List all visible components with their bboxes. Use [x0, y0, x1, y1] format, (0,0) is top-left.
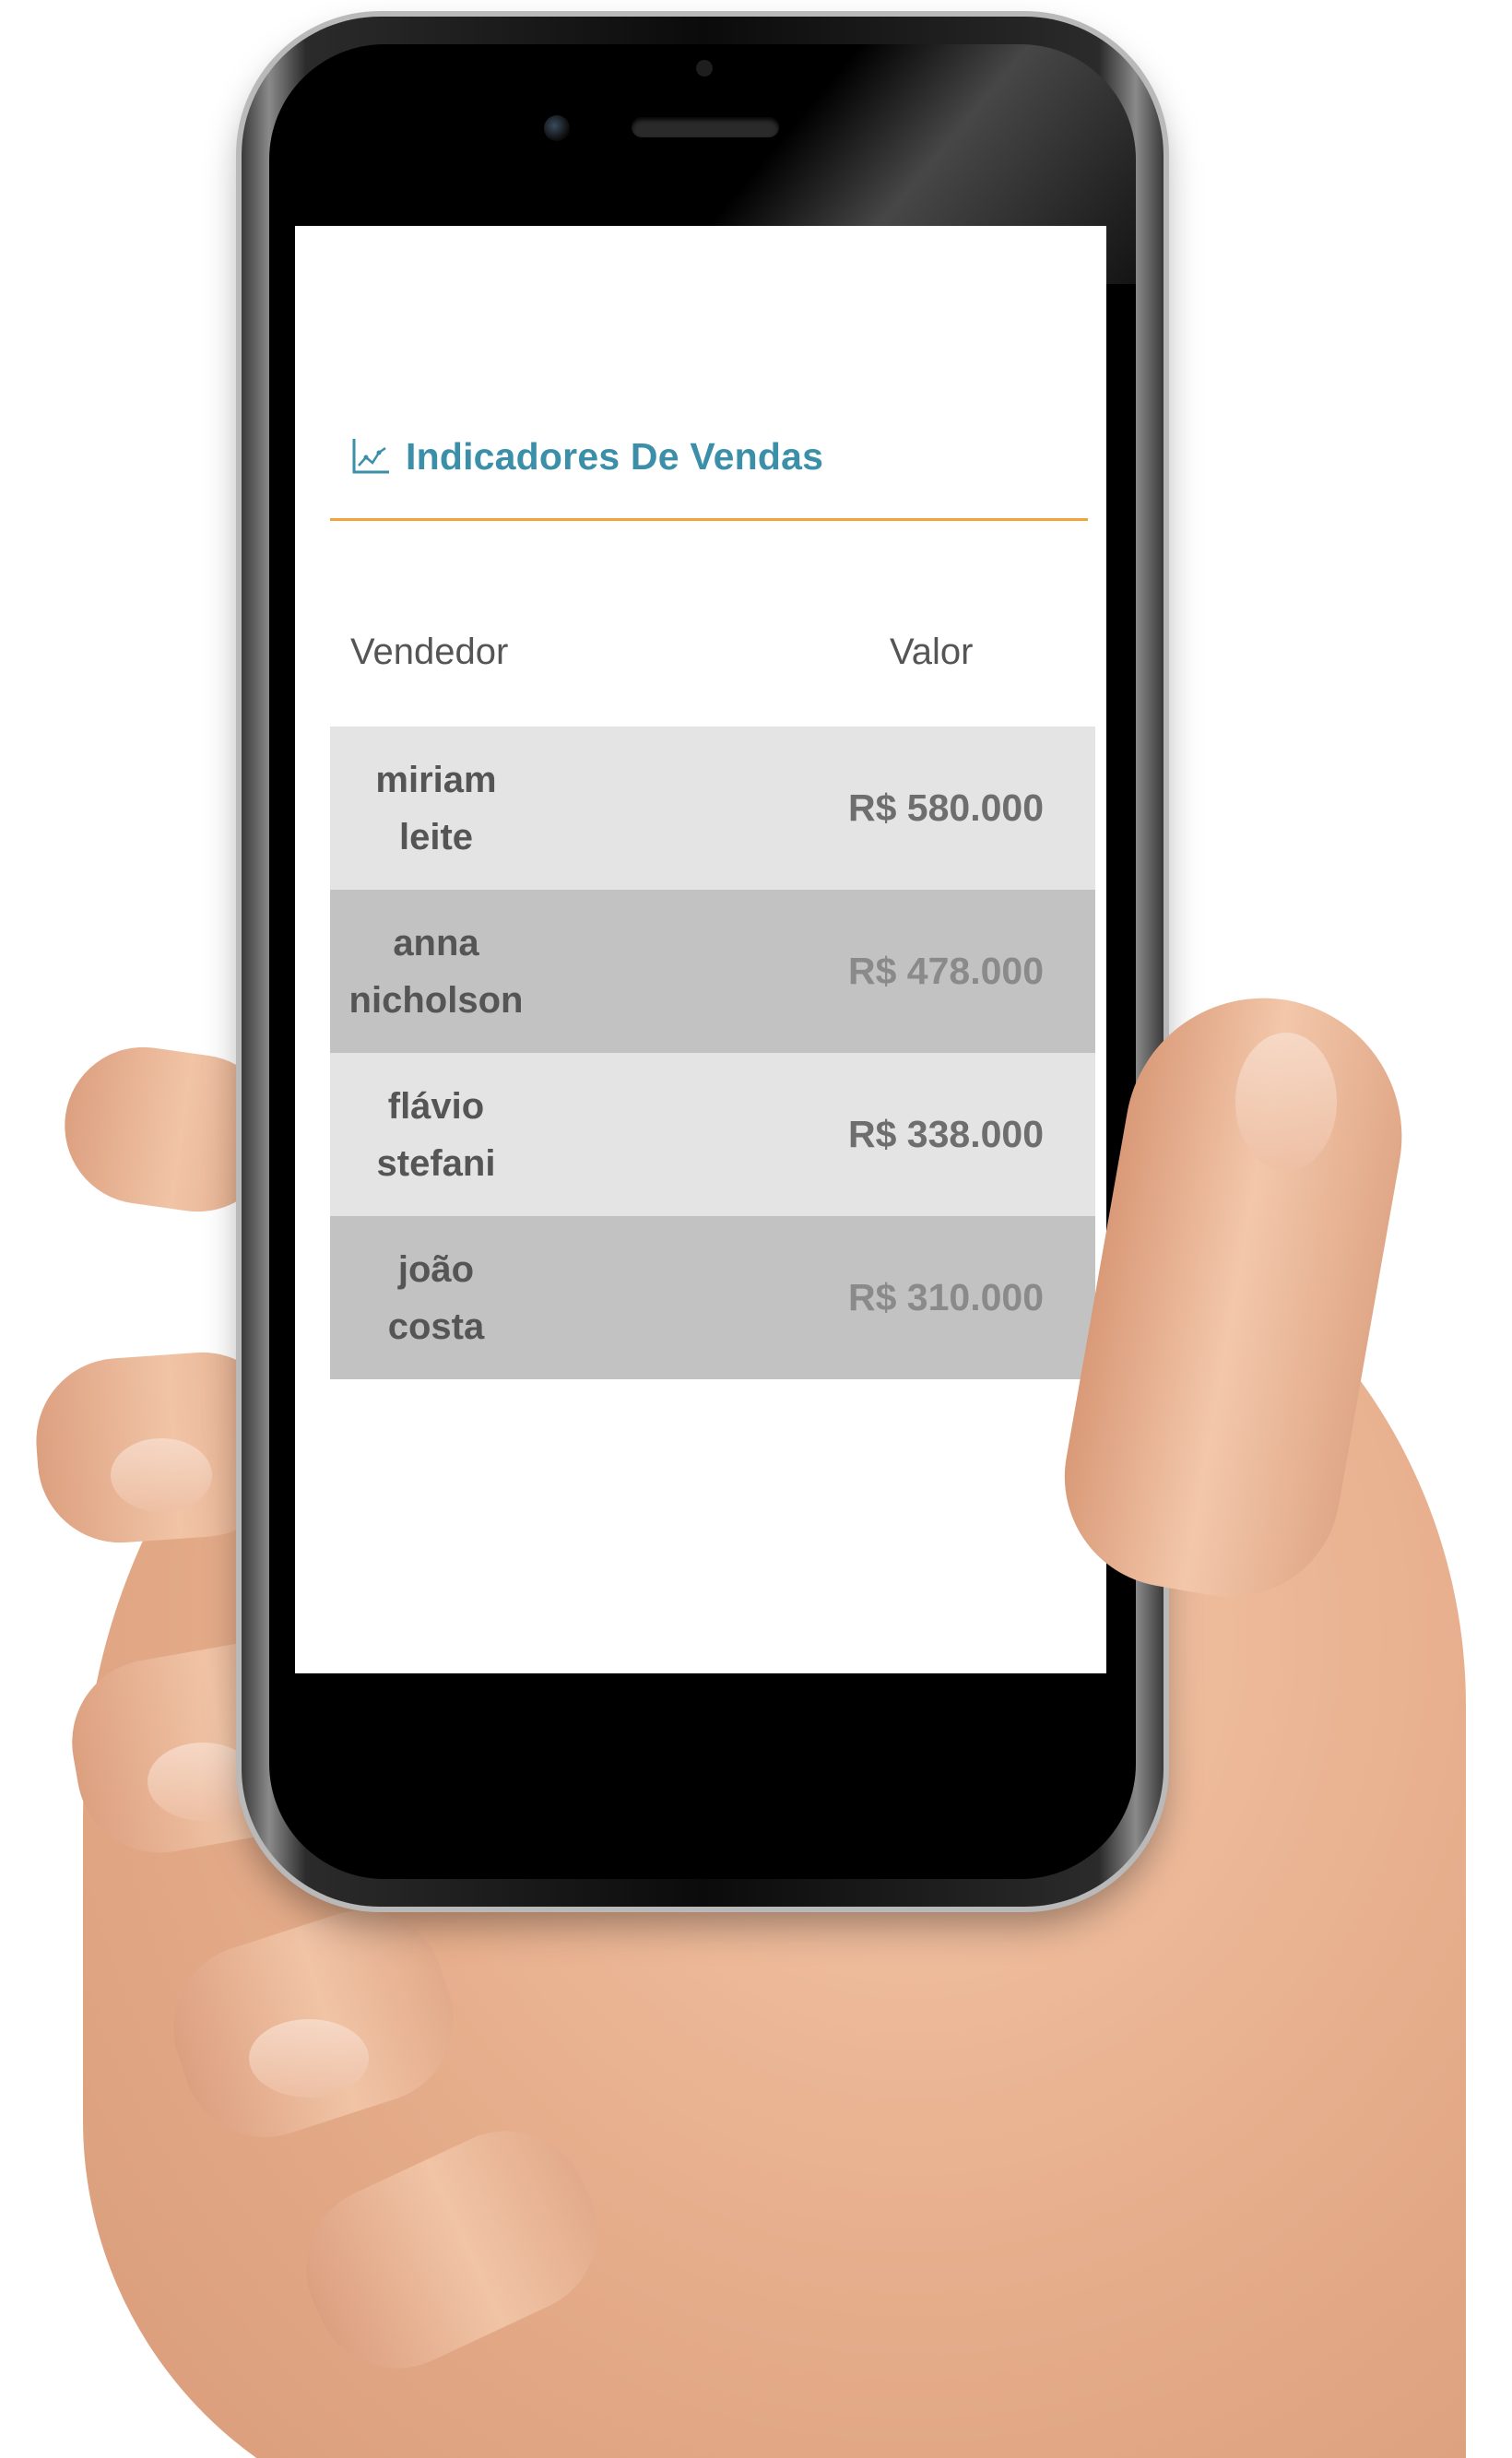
sales-value-cell: R$ 338.000	[847, 1113, 1044, 1155]
photo-stage: Indicadores De Vendas Vendedor Valor mir…	[0, 0, 1512, 2458]
seller-name-cell: flávio stefani	[330, 1078, 542, 1192]
seller-name-cell: anna nicholson	[330, 915, 542, 1029]
page-header: Indicadores De Vendas	[350, 429, 823, 484]
table-row: joão costa R$ 310.000	[330, 1216, 1095, 1379]
seller-last-name: leite	[398, 816, 474, 857]
seller-first-name: anna	[393, 922, 479, 963]
fingernail	[111, 1438, 212, 1512]
proximity-sensor	[696, 60, 713, 77]
seller-last-name: costa	[387, 1306, 485, 1347]
phone-screen: Indicadores De Vendas Vendedor Valor mir…	[295, 226, 1106, 1673]
seller-name-cell: joão costa	[330, 1241, 542, 1355]
earpiece-speaker	[632, 117, 779, 137]
seller-first-name: miriam	[375, 759, 497, 800]
fingernail	[249, 2019, 369, 2098]
sales-value-cell: R$ 580.000	[847, 786, 1044, 829]
line-chart-icon	[352, 439, 389, 474]
table-row: anna nicholson R$ 478.000	[330, 890, 1095, 1053]
table-row: flávio stefani R$ 338.000	[330, 1053, 1095, 1216]
sales-table: miriam leite R$ 580.000 anna nicholson R…	[330, 727, 1095, 1379]
thumbnail	[1235, 1033, 1337, 1171]
seller-last-name: stefani	[376, 1142, 496, 1184]
seller-last-name: nicholson	[348, 979, 524, 1021]
seller-name-cell: miriam leite	[330, 751, 542, 866]
front-camera	[544, 115, 570, 141]
page-title: Indicadores De Vendas	[406, 434, 824, 478]
seller-first-name: joão	[397, 1248, 475, 1290]
column-header-seller: Vendedor	[350, 632, 509, 672]
sales-value-cell: R$ 310.000	[847, 1276, 1044, 1318]
sales-value-cell: R$ 478.000	[847, 950, 1044, 992]
header-divider	[330, 518, 1088, 521]
table-row: miriam leite R$ 580.000	[330, 727, 1095, 890]
column-header-value: Valor	[890, 632, 974, 672]
seller-first-name: flávio	[387, 1085, 485, 1127]
